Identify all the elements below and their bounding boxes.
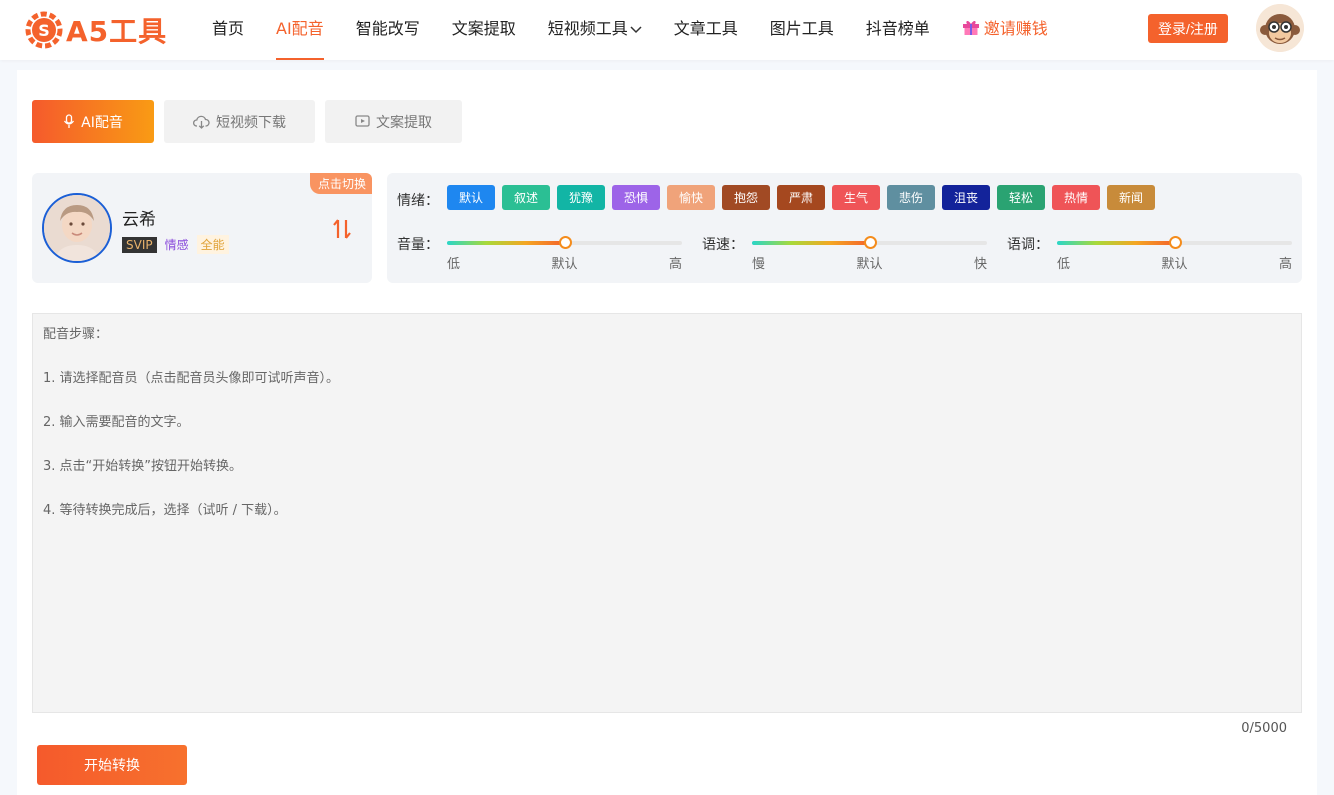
nav-label: AI配音 <box>276 19 324 38</box>
video-text-icon <box>355 115 370 127</box>
emotion-chip[interactable]: 愉快 <box>667 185 715 210</box>
cloud-download-icon <box>193 115 210 129</box>
voice-tags: SVIP 情感 全能 <box>122 235 229 254</box>
voice-actor-name: 云希 <box>122 210 156 230</box>
user-avatar[interactable] <box>1256 4 1304 52</box>
nav-label: 首页 <box>212 19 245 38</box>
tick-min: 慢 <box>752 257 766 272</box>
pitch-slider-group: 语调： 低 默认 高 <box>1007 233 1297 273</box>
emotion-chip[interactable]: 沮丧 <box>942 185 990 210</box>
nav-label: 邀请赚钱 <box>983 19 1048 38</box>
nav-ai-dubbing[interactable]: AI配音 <box>260 0 340 60</box>
volume-slider[interactable] <box>447 236 682 249</box>
volume-slider-group: 音量： 低 默认 高 <box>397 233 687 273</box>
nav-copy-extract[interactable]: 文案提取 <box>436 0 532 60</box>
slider-fill <box>1057 241 1175 245</box>
switch-voice-badge[interactable]: 点击切换 <box>309 173 372 194</box>
swap-arrows-icon[interactable] <box>332 217 352 241</box>
speed-slider[interactable] <box>752 236 987 249</box>
site-logo[interactable]: S A5工具 <box>24 10 167 50</box>
nav-home[interactable]: 首页 <box>196 0 260 60</box>
nav-label: 图片工具 <box>769 19 834 38</box>
text-input-area[interactable]: 配音步骤： 1. 请选择配音员（点击配音员头像即可试听声音）。 2. 输入需要配… <box>32 313 1302 713</box>
monkey-avatar-icon <box>1256 4 1304 52</box>
emotion-chip[interactable]: 严肃 <box>777 185 825 210</box>
emotion-chip[interactable]: 犹豫 <box>557 185 605 210</box>
tab-label: 文案提取 <box>376 114 432 131</box>
all-round-tag: 全能 <box>196 235 229 254</box>
gift-icon <box>962 20 979 35</box>
nav-douyin-rank[interactable]: 抖音榜单 <box>850 0 946 60</box>
nav-smart-rewrite[interactable]: 智能改写 <box>340 0 436 60</box>
logo-text: A5工具 <box>66 15 168 48</box>
tick-mid: 默认 <box>856 257 883 272</box>
nav-label: 抖音榜单 <box>865 19 930 38</box>
slider-label: 语调： <box>1007 237 1049 253</box>
tab-short-video-download[interactable]: 短视频下载 <box>164 100 315 143</box>
pitch-slider[interactable] <box>1057 236 1292 249</box>
slider-ticks: 慢 默认 快 <box>752 253 987 272</box>
emotion-chip[interactable]: 热情 <box>1052 185 1100 210</box>
character-counter: 0/5000 <box>1241 721 1287 736</box>
logo-gear-icon: S <box>25 11 63 49</box>
emotion-chip[interactable]: 悲伤 <box>887 185 935 210</box>
nav-label: 智能改写 <box>355 19 420 38</box>
slider-ticks: 低 默认 高 <box>447 253 682 272</box>
tick-max: 快 <box>973 257 987 272</box>
input-placeholder: 配音步骤： 1. 请选择配音员（点击配音员头像即可试听声音）。 2. 输入需要配… <box>43 327 340 518</box>
speed-slider-group: 语速： 慢 默认 快 <box>702 233 992 273</box>
emotion-chip[interactable]: 叙述 <box>502 185 550 210</box>
main-nav: 首页 AI配音 智能改写 文案提取 短视频工具 文章工具 图片工具 抖音榜单 邀… <box>196 0 1064 60</box>
tab-ai-dubbing[interactable]: AI配音 <box>32 100 154 143</box>
emotion-chip[interactable]: 轻松 <box>997 185 1045 210</box>
start-convert-button[interactable]: 开始转换 <box>37 745 187 785</box>
emotion-chip[interactable]: 新闻 <box>1107 185 1155 210</box>
person-avatar-icon <box>44 195 110 261</box>
tick-mid: 默认 <box>1161 257 1188 272</box>
emotion-chip[interactable]: 抱怨 <box>722 185 770 210</box>
nav-label: 短视频工具 <box>547 19 628 38</box>
top-header: S A5工具 首页 AI配音 智能改写 文案提取 短视频工具 文章工具 图片工具… <box>0 0 1334 60</box>
tab-label: 短视频下载 <box>216 114 286 131</box>
main-panel: AI配音 短视频下载 文案提取 云希 SVIP 情感 全能 点击切换 情绪： 默… <box>17 70 1317 795</box>
nav-article-tools[interactable]: 文章工具 <box>658 0 754 60</box>
slider-fill <box>752 241 870 245</box>
voice-actor-avatar[interactable] <box>42 193 112 263</box>
slider-label: 语速： <box>702 237 744 253</box>
emotion-tag: 情感 <box>164 238 189 252</box>
emotion-chip[interactable]: 生气 <box>832 185 880 210</box>
tab-copy-extract[interactable]: 文案提取 <box>325 100 462 143</box>
nav-label: 文案提取 <box>451 19 516 38</box>
slider-thumb[interactable] <box>1168 236 1182 249</box>
chevron-down-icon <box>630 25 642 33</box>
slider-label: 音量： <box>397 237 439 253</box>
nav-label: 文章工具 <box>673 19 738 38</box>
tool-tabs: AI配音 短视频下载 文案提取 <box>32 100 472 143</box>
nav-invite[interactable]: 邀请赚钱 <box>946 0 1064 60</box>
tab-label: AI配音 <box>81 114 123 131</box>
emotion-list: 默认 叙述 犹豫 恐惧 愉快 抱怨 严肃 生气 悲伤 沮丧 轻松 热情 新闻 <box>447 185 1162 210</box>
voice-actor-card: 云希 SVIP 情感 全能 点击切换 <box>32 173 372 283</box>
svip-badge: SVIP <box>122 236 157 253</box>
tick-min: 低 <box>1057 257 1071 272</box>
login-register-button[interactable]: 登录/注册 <box>1148 14 1228 43</box>
tick-max: 高 <box>1278 257 1292 272</box>
emotion-chip[interactable]: 恐惧 <box>612 185 660 210</box>
microphone-icon <box>64 114 75 128</box>
nav-short-video-tools[interactable]: 短视频工具 <box>532 0 658 60</box>
slider-ticks: 低 默认 高 <box>1057 253 1292 272</box>
slider-thumb[interactable] <box>863 236 877 249</box>
tick-mid: 默认 <box>551 257 578 272</box>
slider-fill <box>447 241 565 245</box>
svg-text:S: S <box>38 21 50 40</box>
emotion-label: 情绪： <box>397 193 439 209</box>
nav-image-tools[interactable]: 图片工具 <box>754 0 850 60</box>
slider-thumb[interactable] <box>558 236 572 249</box>
tick-min: 低 <box>447 257 461 272</box>
emotion-chip[interactable]: 默认 <box>447 185 495 210</box>
tick-max: 高 <box>668 257 682 272</box>
voice-options-panel: 情绪： 默认 叙述 犹豫 恐惧 愉快 抱怨 严肃 生气 悲伤 沮丧 轻松 热情 新闻 音量： 低 默认 … <box>387 173 1302 283</box>
